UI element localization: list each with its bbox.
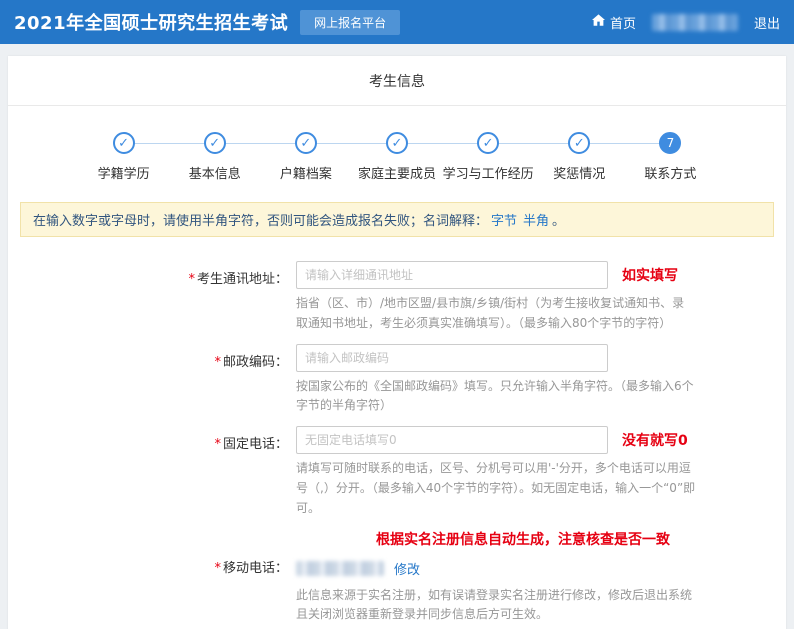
mobile-value-redacted [296, 561, 384, 576]
username-redacted [652, 14, 738, 31]
address-field: *考生通讯地址： 如实填写 指省（区、市）/地市区盟/县市旗/乡镇/街村（为考生… [8, 261, 786, 334]
address-input[interactable] [296, 261, 608, 289]
postcode-input[interactable] [296, 344, 608, 372]
step-check-icon: ✓ [477, 132, 499, 154]
mobile-auto-generated-note: 根据实名注册信息自动生成，注意核查是否一致 [8, 529, 786, 549]
step-label: 学习与工作经历 [443, 163, 534, 182]
notice-period: 。 [552, 214, 565, 229]
app-title: 2021年全国硕士研究生招生考试 [14, 9, 288, 35]
required-asterisk: * [214, 561, 221, 576]
nav-home-label: 首页 [610, 13, 636, 32]
step-label: 奖惩情况 [553, 163, 605, 182]
step-family-members: ✓ 家庭主要成员 [351, 132, 442, 182]
mobile-label: *移动电话： [8, 557, 296, 626]
step-check-icon: ✓ [386, 132, 408, 154]
notice-bar: 在输入数字或字母时，请使用半角字符，否则可能会造成报名失败；名词解释：字节半角。 [20, 202, 774, 237]
step-label: 家庭主要成员 [358, 163, 436, 182]
page-title: 考生信息 [8, 56, 786, 106]
address-annotation: 如实填写 [622, 265, 678, 285]
step-label: 学籍学历 [98, 163, 150, 182]
required-asterisk: * [214, 437, 221, 452]
halfwidth-definition-link[interactable]: 半角 [523, 214, 549, 229]
step-check-icon: ✓ [295, 132, 317, 154]
landline-label: *固定电话： [8, 426, 296, 518]
required-asterisk: * [214, 355, 221, 370]
address-label: *考生通讯地址： [8, 261, 296, 334]
nav-home-link[interactable]: 首页 [592, 13, 636, 32]
step-contact-info-active: 7 联系方式 [625, 132, 716, 182]
mobile-edit-link[interactable]: 修改 [394, 559, 420, 578]
home-icon [592, 14, 605, 30]
landline-help: 请填写可随时联系的电话，区号、分机号可以用'-'分开，多个电话可以用逗号（,）分… [296, 459, 696, 518]
postcode-label: *邮政编码： [8, 344, 296, 417]
step-label: 户籍档案 [280, 163, 332, 182]
mobile-field: *移动电话： 修改 此信息来源于实名注册，如有误请登录实名注册进行修改，修改后退… [8, 557, 786, 626]
step-check-icon: ✓ [568, 132, 590, 154]
step-number-badge: 7 [659, 132, 681, 154]
app-header: 2021年全国硕士研究生招生考试 网上报名平台 首页 退出 [0, 0, 794, 44]
logout-button[interactable]: 退出 [754, 13, 780, 32]
address-help: 指省（区、市）/地市区盟/县市旗/乡镇/街村（为考生接收复试通知书、录取通知书地… [296, 294, 696, 334]
platform-badge: 网上报名平台 [300, 10, 400, 35]
step-label: 基本信息 [189, 163, 241, 182]
landline-input[interactable] [296, 426, 608, 454]
step-study-work-experience: ✓ 学习与工作经历 [443, 132, 534, 182]
byte-definition-link[interactable]: 字节 [491, 214, 517, 229]
header-nav: 首页 退出 [592, 13, 780, 32]
step-rewards-punishments: ✓ 奖惩情况 [534, 132, 625, 182]
postcode-field: *邮政编码： 按国家公布的《全国邮政编码》填写。只允许输入半角字符。（最多输入6… [8, 344, 786, 417]
step-education-history: ✓ 学籍学历 [78, 132, 169, 182]
progress-stepper: ✓ 学籍学历 ✓ 基本信息 ✓ 户籍档案 ✓ 家庭主要成员 ✓ 学习与工作经历 … [8, 106, 786, 202]
step-check-icon: ✓ [113, 132, 135, 154]
step-household-registration: ✓ 户籍档案 [260, 132, 351, 182]
postcode-help: 按国家公布的《全国邮政编码》填写。只允许输入半角字符。（最多输入6个字节的半角字… [296, 377, 696, 417]
content-card: 考生信息 ✓ 学籍学历 ✓ 基本信息 ✓ 户籍档案 ✓ 家庭主要成员 ✓ 学习与… [8, 56, 786, 629]
landline-annotation: 没有就写0 [622, 430, 688, 450]
landline-field: *固定电话： 没有就写0 请填写可随时联系的电话，区号、分机号可以用'-'分开，… [8, 426, 786, 518]
step-label: 联系方式 [644, 163, 696, 182]
mobile-help: 此信息来源于实名注册，如有误请登录实名注册进行修改，修改后退出系统且关闭浏览器重… [296, 586, 696, 626]
notice-text: 在输入数字或字母时，请使用半角字符，否则可能会造成报名失败；名词解释： [33, 214, 488, 229]
step-basic-info: ✓ 基本信息 [169, 132, 260, 182]
required-asterisk: * [188, 272, 195, 287]
step-check-icon: ✓ [204, 132, 226, 154]
contact-info-form: *考生通讯地址： 如实填写 指省（区、市）/地市区盟/县市旗/乡镇/街村（为考生… [8, 261, 786, 629]
